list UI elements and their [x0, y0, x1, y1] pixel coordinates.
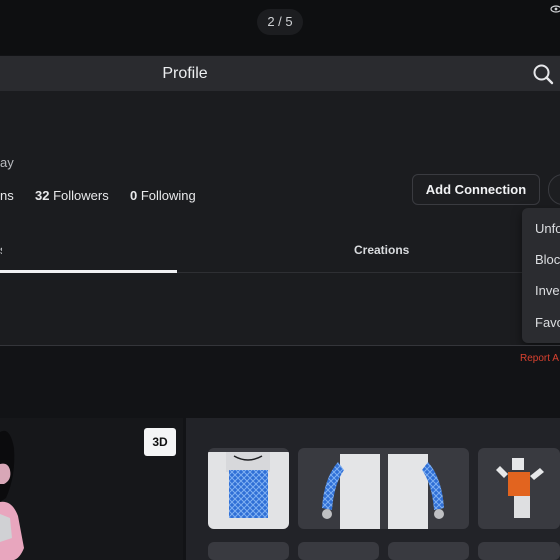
item-card-row2-1[interactable] [208, 542, 289, 560]
followers-label: Followers [53, 188, 109, 203]
report-abuse-link[interactable]: Report A [520, 353, 559, 364]
menu-item-inventory[interactable]: Inve [535, 283, 560, 298]
page-indicator: 2 / 5 [257, 9, 303, 35]
following-label: Following [140, 188, 196, 203]
profile-header [0, 91, 560, 346]
connections-stat[interactable]: ns [0, 188, 14, 203]
profile-subtitle: ay [0, 155, 14, 170]
item-card-row2-4[interactable] [478, 542, 560, 560]
following-count: 0 [129, 188, 138, 203]
items-panel [186, 418, 560, 560]
item-card-sleeves[interactable] [298, 448, 469, 529]
tab-creations[interactable]: Creations [354, 243, 409, 257]
connections-label: ns [0, 188, 14, 203]
menu-item-block[interactable]: Bloc [535, 252, 560, 267]
profile-stats: ns 32 Followers 0 Following [0, 188, 196, 203]
item-card-row2-2[interactable] [298, 542, 379, 560]
sleeves-thumbnail [322, 454, 444, 529]
following-stat[interactable]: 0 Following [130, 188, 196, 203]
header-bar: Profile [0, 56, 560, 91]
page-title: Profile [162, 65, 208, 82]
menu-item-favorites[interactable]: Favo [535, 315, 560, 330]
item-card-shirt[interactable] [208, 448, 289, 529]
eye-icon[interactable] [550, 4, 560, 14]
avatar-figure [0, 430, 24, 560]
active-tab-indicator [0, 270, 177, 273]
followers-count: 32 [34, 188, 50, 203]
options-menu: Unfo Bloc Inve Favo [522, 208, 560, 343]
item-card-character[interactable] [478, 448, 560, 529]
view-3d-button[interactable]: 3D [144, 428, 176, 456]
search-icon[interactable] [530, 62, 556, 86]
tab-about[interactable]: s [0, 243, 2, 257]
item-card-row2-3[interactable] [388, 542, 469, 560]
followers-stat[interactable]: 32 Followers [35, 188, 112, 203]
add-connection-button[interactable]: Add Connection [412, 174, 540, 205]
shirt-thumbnail [208, 452, 289, 529]
menu-item-unfollow[interactable]: Unfo [535, 221, 560, 236]
character-thumbnail [496, 458, 544, 518]
